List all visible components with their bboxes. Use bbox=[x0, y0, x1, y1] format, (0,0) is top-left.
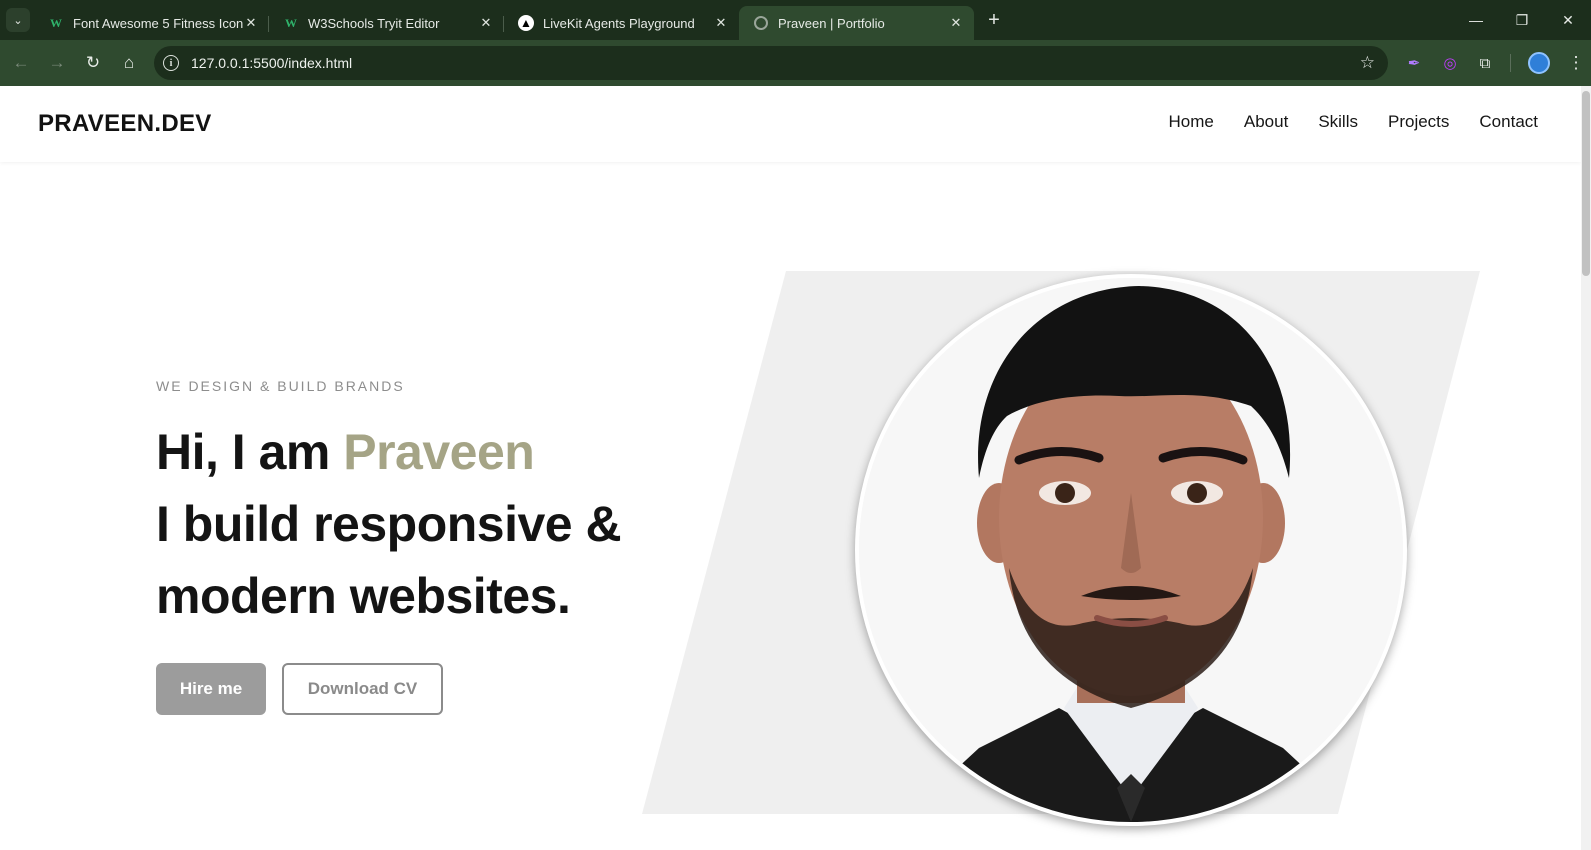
site-info-icon[interactable]: i bbox=[163, 55, 179, 71]
tab-title: Praveen | Portfolio bbox=[778, 15, 885, 31]
profile-photo bbox=[855, 274, 1407, 826]
tab-portfolio[interactable]: Praveen | Portfolio ✕ bbox=[739, 6, 974, 40]
globe-icon bbox=[753, 15, 769, 31]
close-icon[interactable]: ✕ bbox=[713, 15, 729, 31]
browser-tab-bar: ⌄ W Font Awesome 5 Fitness Icons ✕ W W3S… bbox=[0, 0, 1591, 40]
profile-avatar-icon[interactable] bbox=[1524, 48, 1554, 78]
extensions-puzzle-icon[interactable]: ⧉ bbox=[1470, 48, 1500, 78]
window-controls: — ❐ ✕ bbox=[1453, 0, 1591, 40]
close-icon[interactable]: ✕ bbox=[948, 15, 964, 31]
w3schools-icon: W bbox=[285, 15, 297, 30]
close-window-icon[interactable]: ✕ bbox=[1545, 0, 1591, 40]
swirl-extension-icon[interactable]: ◎ bbox=[1435, 48, 1465, 78]
close-icon[interactable]: ✕ bbox=[243, 15, 259, 31]
close-icon[interactable]: ✕ bbox=[478, 15, 494, 31]
page-scrollbar[interactable] bbox=[1581, 86, 1591, 850]
tab-font-awesome[interactable]: W Font Awesome 5 Fitness Icons ✕ bbox=[34, 6, 269, 40]
tab-title: LiveKit Agents Playground bbox=[543, 15, 695, 31]
quill-extension-icon[interactable]: ✒ bbox=[1399, 48, 1429, 78]
scrollbar-thumb[interactable] bbox=[1582, 91, 1590, 276]
browser-toolbar: ← → ↻ ⌂ i 127.0.0.1:5500/index.html ☆ ✒ … bbox=[0, 40, 1591, 86]
w3schools-icon: W bbox=[50, 15, 62, 30]
url-text[interactable]: 127.0.0.1:5500/index.html bbox=[191, 55, 1360, 71]
new-tab-button[interactable]: + bbox=[980, 6, 1008, 34]
forward-arrow-icon[interactable]: → bbox=[39, 45, 75, 81]
tab-w3schools-tryit[interactable]: W W3Schools Tryit Editor ✕ bbox=[269, 6, 504, 40]
portrait-illustration bbox=[859, 278, 1403, 822]
restore-icon[interactable]: ❐ bbox=[1499, 0, 1545, 40]
reload-icon[interactable]: ↻ bbox=[75, 45, 111, 81]
tab-title: W3Schools Tryit Editor bbox=[308, 15, 440, 31]
page-viewport: PRAVEEN.DEV Home About Skills Projects C… bbox=[0, 86, 1581, 850]
tab-livekit[interactable]: ▲ LiveKit Agents Playground ✕ bbox=[504, 6, 739, 40]
address-bar[interactable]: i 127.0.0.1:5500/index.html ☆ bbox=[154, 46, 1388, 80]
more-menu-icon[interactable]: ⋮ bbox=[1561, 48, 1591, 78]
home-icon[interactable]: ⌂ bbox=[111, 45, 147, 81]
livekit-icon: ▲ bbox=[518, 15, 534, 31]
tab-strip: W Font Awesome 5 Fitness Icons ✕ W W3Sch… bbox=[34, 0, 974, 40]
minimize-icon[interactable]: — bbox=[1453, 0, 1499, 40]
back-arrow-icon[interactable]: ← bbox=[3, 45, 39, 81]
tab-search-button[interactable]: ⌄ bbox=[6, 8, 30, 32]
toolbar-divider bbox=[1510, 54, 1511, 72]
tab-title: Font Awesome 5 Fitness Icons bbox=[73, 15, 243, 31]
bookmark-star-icon[interactable]: ☆ bbox=[1360, 53, 1375, 73]
